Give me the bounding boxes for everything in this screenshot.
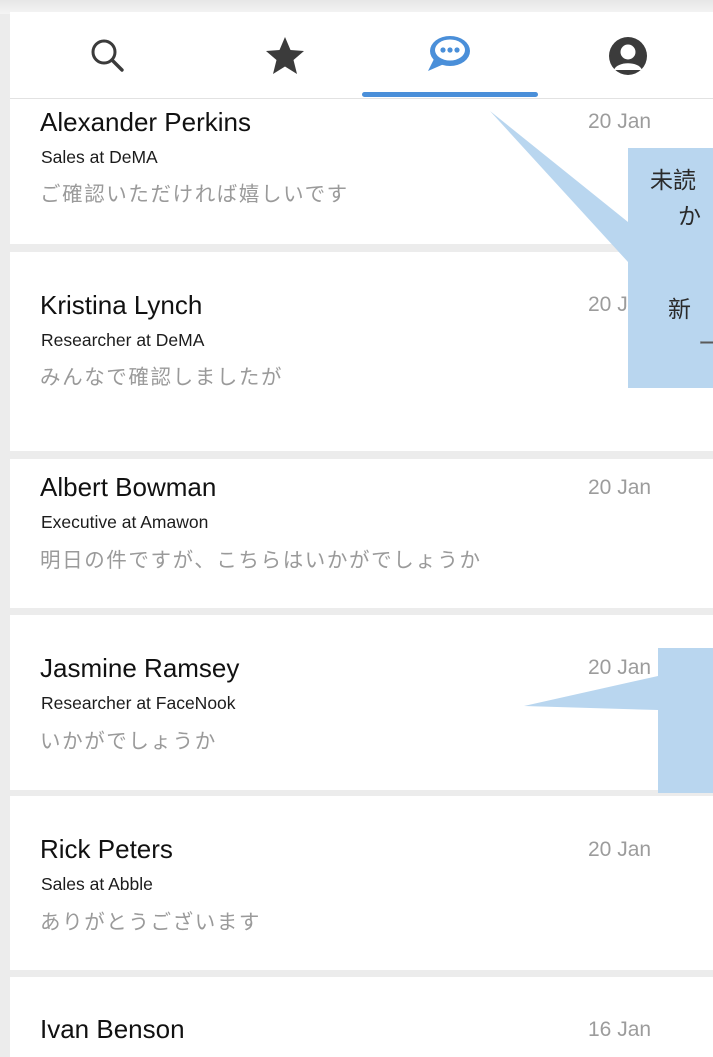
chat-bubble-icon [428, 36, 470, 71]
contact-name: Albert Bowman [40, 472, 217, 502]
message-date: 16 Jan [588, 1018, 652, 1041]
tab-favorites[interactable] [255, 26, 315, 86]
contact-role: Sales at Abble [41, 874, 153, 894]
contact-role: Researcher at FaceNook [41, 693, 236, 713]
message-date: 20 Jan [588, 110, 652, 133]
tab-profile[interactable] [598, 26, 658, 86]
message-date: 20 Jan [588, 838, 652, 861]
message-preview: 明日の件ですが、こちらはいかがでしょうか [40, 548, 482, 572]
conversation-row[interactable]: Rick Peters Sales at Abble ありがとうございます 20… [10, 796, 713, 970]
message-date: 20 Jan [588, 656, 652, 679]
profile-icon [609, 37, 647, 75]
contact-name: Alexander Perkins [40, 107, 251, 137]
message-preview: ありがとうございます [40, 910, 261, 934]
message-preview: みんなで確認しましたが [40, 365, 284, 389]
tab-bar [10, 12, 713, 99]
conversation-row[interactable]: Ivan Benson 16 Jan [10, 977, 713, 1057]
conversation-row[interactable]: Albert Bowman Executive at Amawon 明日の件です… [10, 459, 713, 608]
contact-name: Rick Peters [40, 834, 173, 864]
message-date: 20 Jan [588, 293, 652, 316]
tab-search[interactable] [78, 26, 138, 86]
conversation-row[interactable]: Kristina Lynch Researcher at DeMA みんなで確認… [10, 252, 713, 451]
tab-messages[interactable] [419, 26, 479, 86]
search-icon [91, 39, 124, 72]
contact-name: Ivan Benson [40, 1014, 185, 1044]
star-icon [266, 37, 304, 74]
contact-name: Kristina Lynch [40, 290, 203, 320]
contact-role: Sales at DeMA [41, 147, 158, 167]
message-date: 20 Jan [588, 476, 652, 499]
message-preview: ご確認いただければ嬉しいです [40, 182, 349, 206]
contact-role: Executive at Amawon [41, 512, 209, 532]
conversation-row[interactable]: Alexander Perkins Sales at DeMA ご確認いただけれ… [10, 74, 713, 244]
active-tab-indicator [362, 92, 538, 97]
contact-role: Researcher at DeMA [41, 330, 205, 350]
conversation-row[interactable]: Jasmine Ramsey Researcher at FaceNook いか… [10, 615, 713, 790]
message-preview: いかがでしょうか [40, 729, 217, 753]
contact-name: Jasmine Ramsey [40, 653, 240, 683]
